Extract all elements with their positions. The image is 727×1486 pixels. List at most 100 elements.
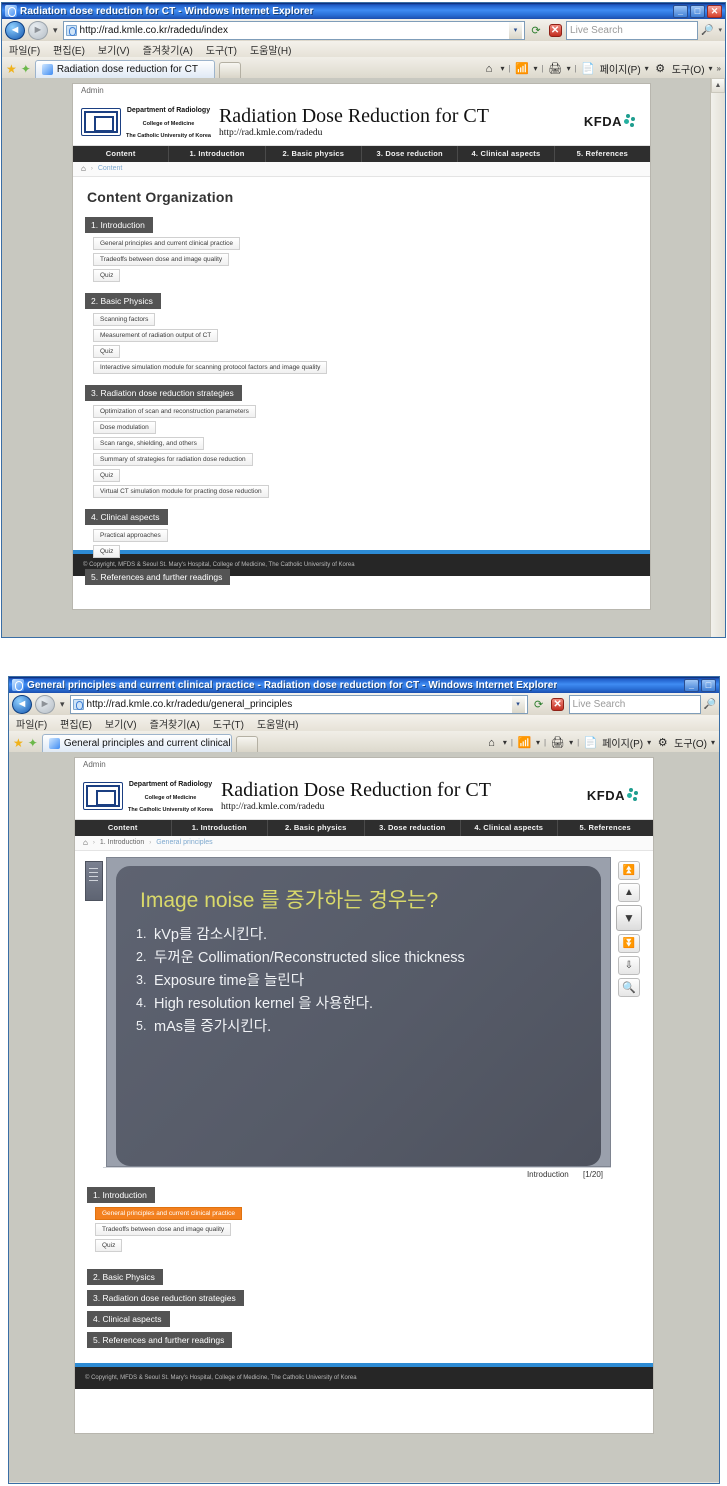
tools-menu-dropdown-icon[interactable]: ▾ — [709, 64, 713, 73]
feeds-icon[interactable]: 📶 — [517, 735, 532, 750]
window1-navigation-bar[interactable]: ◄ ► ▾ http://rad.kmle.co.kr/radedu/index… — [2, 19, 725, 41]
section-item[interactable]: Dose modulation — [93, 420, 156, 434]
section-item[interactable]: Scanning factors — [93, 312, 156, 326]
section-item[interactable]: Practical approaches — [93, 528, 168, 542]
section-item[interactable]: Quiz — [95, 1238, 123, 1252]
menu-edit[interactable]: 편집(E) — [60, 716, 92, 731]
browser-tab[interactable]: General principles and current clinical … — [41, 734, 232, 752]
section-item[interactable]: Optimization of scan and reconstruction … — [93, 404, 256, 418]
nav-clinical-aspects[interactable]: 4. Clinical aspects — [461, 819, 558, 836]
nav-dose-reduction[interactable]: 3. Dose reduction — [365, 819, 461, 836]
address-bar[interactable]: http://rad.kmle.co.kr/radedu/general_pri… — [69, 694, 528, 714]
search-icon[interactable]: 🔎 — [704, 699, 716, 710]
toolbar-overflow-icon[interactable]: » — [717, 64, 721, 73]
nav-references[interactable]: 5. References — [558, 820, 654, 836]
zoom-search-button[interactable]: 🔍 — [618, 977, 640, 997]
vertical-scrollbar[interactable]: ▲ — [710, 78, 725, 637]
page-menu-dropdown-icon[interactable]: ▾ — [645, 64, 649, 73]
last-slide-button[interactable]: ⏬ — [618, 933, 640, 953]
section-item[interactable]: Quiz — [93, 468, 121, 482]
section-item[interactable]: Interactive simulation module for scanni… — [93, 360, 328, 374]
feeds-dropdown-icon[interactable]: ▾ — [536, 738, 540, 747]
section-header[interactable]: 4. Clinical aspects — [87, 1310, 170, 1327]
page-menu-icon[interactable]: 📄 — [581, 61, 596, 76]
maximize-button[interactable]: □ — [701, 678, 716, 692]
nav-references[interactable]: 5. References — [555, 146, 650, 162]
section-header[interactable]: 5. References and further readings — [85, 568, 231, 585]
home-icon[interactable]: ⌂ — [481, 61, 496, 76]
back-icon[interactable]: ◄ — [12, 694, 32, 714]
history-dropdown-icon[interactable]: ▾ — [51, 25, 60, 36]
search-icon[interactable]: 🔎 — [701, 25, 713, 36]
tools-menu-dropdown-icon[interactable]: ▾ — [711, 738, 715, 747]
menu-file[interactable]: 파일(F) — [16, 716, 47, 731]
admin-label[interactable]: Admin — [75, 758, 653, 772]
section-item[interactable]: Quiz — [93, 344, 121, 358]
nav-basic-physics[interactable]: 2. Basic physics — [266, 145, 362, 162]
nav-content[interactable]: Content — [73, 145, 170, 162]
menu-view[interactable]: 보기(V) — [105, 716, 137, 731]
section-header[interactable]: 1. Introduction — [87, 1186, 155, 1203]
menu-help[interactable]: 도움말(H) — [257, 716, 298, 731]
home-dropdown-icon[interactable]: ▾ — [503, 738, 507, 747]
section-header[interactable]: 2. Basic Physics — [87, 1268, 163, 1285]
page-menu-label[interactable]: 페이지(P) — [600, 61, 641, 76]
search-dropdown-icon[interactable]: ▾ — [718, 26, 722, 34]
admin-label[interactable]: Admin — [73, 84, 650, 98]
section-item[interactable]: General principles and current clinical … — [93, 236, 240, 250]
window1-tab-bar[interactable]: ★ ✦ Radiation dose reduction for CT ⌂ ▾ … — [2, 57, 725, 78]
section-header[interactable]: 1. Introduction — [85, 216, 153, 233]
favorites-star-icon[interactable]: ★ — [6, 63, 17, 78]
nav-basic-physics[interactable]: 2. Basic physics — [268, 819, 365, 836]
new-tab-button[interactable] — [235, 736, 258, 752]
next-slide-button[interactable]: ▼ — [616, 904, 642, 931]
nav-clinical-aspects[interactable]: 4. Clinical aspects — [458, 145, 555, 162]
maximize-button[interactable]: □ — [690, 4, 705, 18]
section-header[interactable]: 2. Basic Physics — [85, 292, 161, 309]
home-icon[interactable]: ⌂ — [81, 164, 86, 173]
breadcrumb-parent[interactable]: 1. Introduction — [100, 839, 144, 846]
tools-menu-label[interactable]: 도구(O) — [672, 61, 705, 76]
section-item[interactable]: Scan range, shielding, and others — [93, 436, 204, 450]
slide-controls[interactable]: ⏫ ▲ ▼ ⏬ ⇩ 🔍 — [615, 857, 643, 997]
stop-icon[interactable]: ✕ — [550, 696, 566, 713]
scroll-up-arrow-icon[interactable]: ▲ — [711, 78, 725, 93]
window2-navigation-bar[interactable]: ◄ ► ▾ http://rad.kmle.co.kr/radedu/gener… — [9, 693, 719, 715]
section-item[interactable]: Quiz — [93, 268, 121, 282]
nav-content[interactable]: Content — [75, 819, 172, 836]
menu-view[interactable]: 보기(V) — [98, 42, 130, 57]
refresh-icon[interactable]: ⟳ — [531, 696, 547, 713]
menu-help[interactable]: 도움말(H) — [250, 42, 291, 57]
add-to-favorites-icon[interactable]: ✦ — [28, 737, 38, 752]
menu-tools[interactable]: 도구(T) — [206, 42, 237, 57]
window1-toolbar[interactable]: ⌂ ▾ | 📶 ▾ | 🖨 ▾ | 📄 페이지(P) ▾ ⚙ 도구(O) ▾ » — [481, 61, 721, 78]
address-dropdown-icon[interactable]: ▾ — [511, 695, 525, 713]
print-dropdown-icon[interactable]: ▾ — [567, 64, 571, 73]
window2-menu-bar[interactable]: 파일(F) 편집(E) 보기(V) 즐겨찾기(A) 도구(T) 도움말(H) — [9, 715, 719, 731]
close-button[interactable]: ✕ — [707, 4, 722, 18]
address-bar[interactable]: http://rad.kmle.co.kr/radedu/index ▾ — [62, 20, 526, 40]
favorites-star-icon[interactable]: ★ — [13, 737, 24, 752]
forward-icon[interactable]: ► — [35, 694, 55, 714]
window2-titlebar[interactable]: General principles and current clinical … — [9, 677, 719, 693]
jump-down-button[interactable]: ⇩ — [618, 955, 640, 975]
window1-menu-bar[interactable]: 파일(F) 편집(E) 보기(V) 즐겨찾기(A) 도구(T) 도움말(H) — [2, 41, 725, 57]
section-item[interactable]: Quiz — [93, 544, 121, 558]
tools-menu-icon[interactable]: ⚙ — [655, 735, 670, 750]
minimize-button[interactable]: _ — [684, 678, 699, 692]
previous-slide-button[interactable]: ▲ — [618, 882, 640, 902]
browser-window-2[interactable]: General principles and current clinical … — [8, 676, 720, 1484]
section-item-active[interactable]: General principles and current clinical … — [95, 1206, 242, 1220]
window1-controls[interactable]: _ □ ✕ — [673, 4, 723, 18]
window2-tab-bar[interactable]: ★ ✦ General principles and current clini… — [9, 731, 719, 752]
home-icon[interactable]: ⌂ — [484, 735, 499, 750]
slide-menu-tab[interactable] — [85, 860, 103, 901]
page-menu-label[interactable]: 페이지(P) — [602, 735, 643, 750]
section-header[interactable]: 3. Radiation dose reduction strategies — [87, 1289, 244, 1306]
feeds-icon[interactable]: 📶 — [515, 61, 530, 76]
nav-dose-reduction[interactable]: 3. Dose reduction — [362, 145, 459, 162]
section-header[interactable]: 5. References and further readings — [87, 1331, 233, 1348]
tools-menu-label[interactable]: 도구(O) — [674, 735, 707, 750]
new-tab-button[interactable] — [218, 62, 241, 78]
search-input[interactable]: Live Search — [570, 25, 694, 36]
